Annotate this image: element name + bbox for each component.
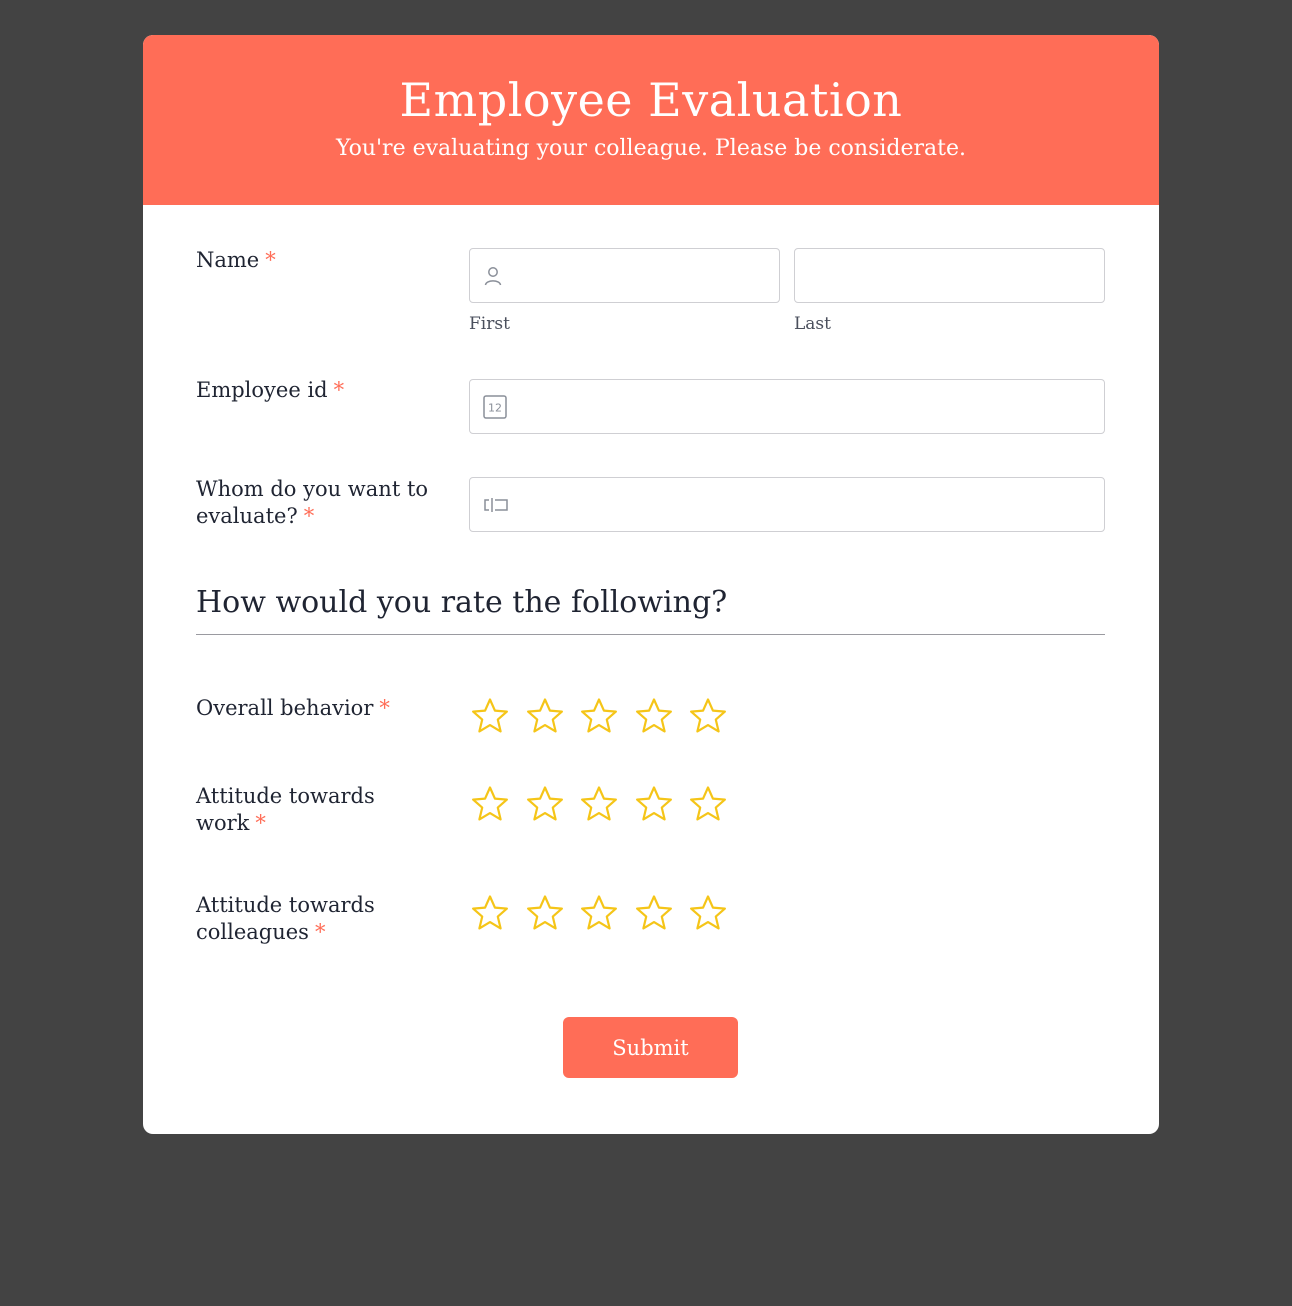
evaluatee-input[interactable]: [469, 477, 1105, 532]
star-icon[interactable]: [632, 783, 676, 827]
star-rating-attitude-work[interactable]: [468, 783, 741, 827]
name-label: Name *: [196, 247, 276, 274]
required-asterisk: *: [255, 811, 266, 835]
name-label-text: Name: [196, 248, 260, 272]
star-rating-overall-behavior[interactable]: [468, 695, 741, 739]
rating-label-line1: Attitude towards: [196, 893, 375, 917]
star-icon[interactable]: [577, 892, 621, 936]
required-asterisk: *: [333, 378, 345, 402]
employee-id-input[interactable]: 12: [469, 379, 1105, 434]
rating-label-attitude-work: Attitude towards work *: [196, 783, 375, 837]
star-icon[interactable]: [523, 892, 567, 936]
star-icon[interactable]: [468, 892, 512, 936]
required-asterisk: *: [303, 504, 315, 528]
star-icon[interactable]: [523, 783, 567, 827]
star-icon[interactable]: [468, 695, 512, 739]
rating-section-heading: How would you rate the following?: [196, 585, 1105, 635]
last-name-input[interactable]: [794, 248, 1105, 303]
rating-label-line2: work: [196, 811, 250, 835]
rating-label-line2: colleagues: [196, 920, 309, 944]
star-icon[interactable]: [523, 695, 567, 739]
star-icon[interactable]: [577, 783, 621, 827]
employee-id-label-text: Employee id: [196, 378, 328, 402]
rating-label-line1: Attitude towards: [196, 784, 375, 808]
evaluatee-label-line2: evaluate?: [196, 504, 298, 528]
star-icon[interactable]: [686, 892, 730, 936]
evaluatee-label-line1: Whom do you want to: [196, 477, 429, 501]
star-icon[interactable]: [632, 695, 676, 739]
form-card: Employee Evaluation You're evaluating yo…: [143, 35, 1159, 1134]
star-rating-attitude-colleagues[interactable]: [468, 892, 741, 936]
form-subtitle: You're evaluating your colleague. Please…: [335, 136, 967, 161]
evaluatee-label: Whom do you want to evaluate? *: [196, 476, 428, 530]
rating-label-line1: Overall behavior: [196, 696, 374, 720]
svg-text:12: 12: [488, 401, 502, 414]
star-icon[interactable]: [577, 695, 621, 739]
form-title: Employee Evaluation: [399, 73, 903, 127]
required-asterisk: *: [265, 248, 276, 272]
form-header: Employee Evaluation You're evaluating yo…: [143, 35, 1159, 205]
first-name-sublabel: First: [469, 314, 510, 334]
text-input-icon: [483, 497, 509, 513]
required-asterisk: *: [314, 920, 326, 944]
star-icon[interactable]: [632, 892, 676, 936]
star-icon[interactable]: [468, 783, 512, 827]
user-icon: [483, 265, 503, 287]
rating-label-overall-behavior: Overall behavior *: [196, 695, 390, 722]
required-asterisk: *: [379, 696, 390, 720]
star-icon[interactable]: [686, 783, 730, 827]
rating-label-attitude-colleagues: Attitude towards colleagues *: [196, 892, 375, 946]
number-icon: 12: [483, 394, 507, 419]
star-icon[interactable]: [686, 695, 730, 739]
first-name-input[interactable]: [469, 248, 780, 303]
submit-button[interactable]: Submit: [563, 1017, 738, 1078]
last-name-sublabel: Last: [794, 314, 831, 334]
employee-id-label: Employee id *: [196, 377, 344, 404]
